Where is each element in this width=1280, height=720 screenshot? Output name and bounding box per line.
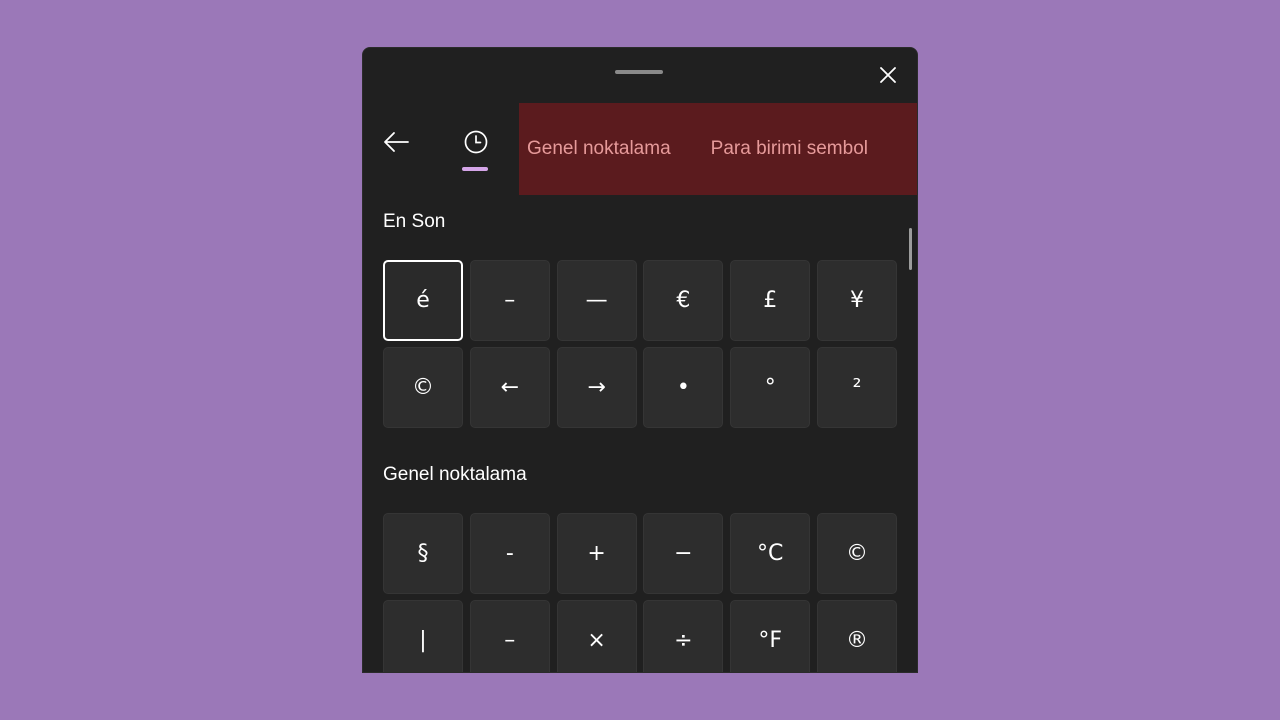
symbol-key[interactable]: °C	[730, 513, 811, 594]
general-punctuation-grid: § - + − °C © | – × ÷ °F ®	[383, 513, 897, 672]
symbol-key[interactable]: §	[383, 513, 463, 594]
symbol-key[interactable]: ←	[469, 347, 550, 428]
clock-icon	[464, 130, 488, 154]
recent-symbols-grid: é – — € £ ¥ © ← → • ° ²	[383, 260, 897, 428]
back-button[interactable]	[377, 123, 415, 161]
symbol-key[interactable]: é	[383, 260, 463, 341]
section-title-general-punctuation: Genel noktalama	[383, 464, 527, 485]
drag-handle[interactable]	[615, 70, 663, 74]
tab-currency-symbols[interactable]: Para birimi sembol	[711, 138, 868, 160]
symbol-key[interactable]: ¥	[816, 260, 897, 341]
symbol-key[interactable]: ×	[556, 600, 637, 672]
symbol-key[interactable]: €	[643, 260, 724, 341]
symbol-picker-panel: Genel noktalama Para birimi sembol En So…	[362, 47, 918, 673]
symbol-key[interactable]: £	[730, 260, 811, 341]
symbol-key[interactable]: ®	[816, 600, 897, 672]
symbol-key[interactable]: °	[730, 347, 811, 428]
symbol-key[interactable]: ²	[816, 347, 897, 428]
symbol-key[interactable]: °F	[730, 600, 811, 672]
symbol-key[interactable]: -	[469, 513, 550, 594]
symbol-key[interactable]: →	[556, 347, 637, 428]
symbol-key[interactable]: –	[469, 260, 550, 341]
nav-row: Genel noktalama Para birimi sembol	[363, 103, 917, 195]
symbol-key[interactable]: ©	[816, 513, 897, 594]
active-tab-indicator	[462, 167, 488, 171]
symbol-key[interactable]: •	[643, 347, 724, 428]
symbol-key[interactable]: |	[383, 600, 463, 672]
category-tabs: Genel noktalama Para birimi sembol	[519, 103, 917, 195]
tab-recent[interactable]	[457, 123, 495, 161]
back-arrow-icon	[384, 132, 409, 152]
symbol-key[interactable]: ©	[383, 347, 463, 428]
symbol-key[interactable]: −	[643, 513, 724, 594]
close-button[interactable]	[873, 60, 903, 90]
scrollbar-thumb[interactable]	[909, 228, 912, 270]
tab-general-punctuation[interactable]: Genel noktalama	[527, 138, 671, 160]
close-icon	[880, 67, 896, 83]
symbol-key[interactable]: +	[556, 513, 637, 594]
symbol-key[interactable]: ÷	[643, 600, 724, 672]
symbol-key[interactable]: —	[556, 260, 637, 341]
symbol-key[interactable]: –	[469, 600, 550, 672]
section-title-recent: En Son	[383, 211, 446, 232]
